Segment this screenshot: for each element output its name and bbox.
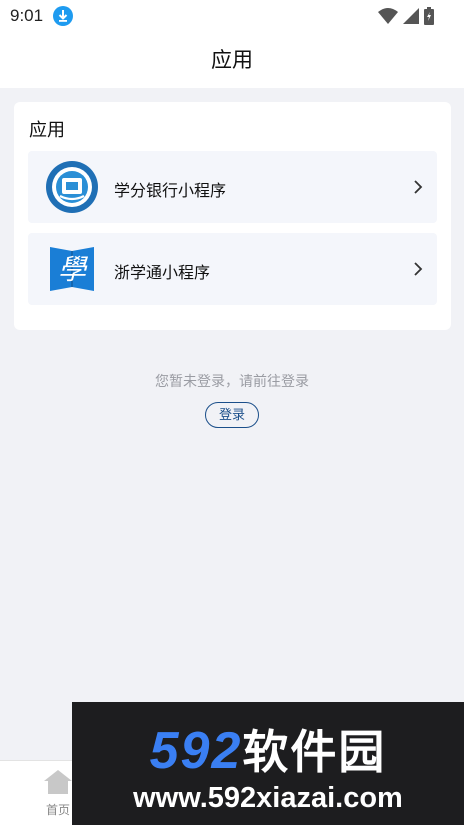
app-label: 浙学通小程序 [114,263,211,282]
watermark-logo: 592软件园 [72,716,464,782]
login-button[interactable]: 登录 [205,402,259,428]
chevron-right-icon [414,262,423,276]
wifi-icon [378,8,398,24]
status-bar: 9:01 [0,0,464,32]
section-title: 应用 [29,120,65,141]
credit-bank-icon [46,161,98,213]
status-time: 9:01 [10,6,44,25]
chevron-right-icon [414,180,423,194]
watermark-brand-text: 软件园 [242,725,387,779]
home-icon [44,770,72,794]
svg-text:學: 學 [58,253,89,286]
app-label: 学分银行小程序 [114,181,227,200]
apps-card: 应用 学分银行小程序 學 浙学通小程序 [14,102,451,330]
battery-icon [424,7,434,25]
not-logged-in-message: 您暂未登录，请前往登录 [155,374,309,390]
watermark-overlay: 592软件园 www.592xiazai.com [72,702,464,825]
app-header: 应用 [0,32,464,88]
page-title: 应用 [211,48,253,72]
app-item-zhexuetong[interactable]: 學 浙学通小程序 [28,233,437,305]
watermark-brand-number: 592 [149,722,243,780]
app-item-credit-bank[interactable]: 学分银行小程序 [28,151,437,223]
system-icons [378,7,434,25]
signal-icon [403,8,419,24]
xue-logo-icon: 學 [50,247,94,291]
watermark-url: www.592xiazai.com [133,782,403,814]
download-icon [53,6,73,26]
